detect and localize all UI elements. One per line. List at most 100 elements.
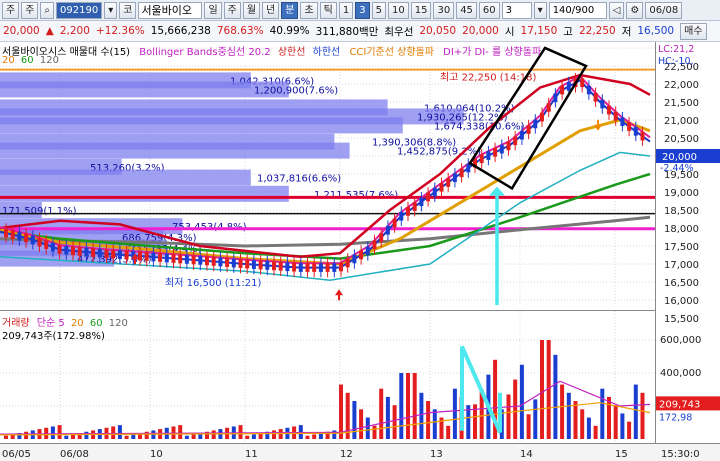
volume-bar bbox=[586, 417, 591, 439]
time-tick-label: 14 bbox=[520, 449, 533, 460]
interval-60[interactable]: 60 bbox=[478, 1, 500, 19]
volume-profile-label: 171,509(1.1%) bbox=[2, 206, 77, 217]
candle-body bbox=[640, 131, 645, 141]
volume-bar bbox=[519, 364, 524, 439]
candle-body bbox=[325, 263, 330, 272]
period-year[interactable]: 년 bbox=[262, 1, 280, 19]
candle-body bbox=[607, 105, 611, 115]
volume-ma120-label: 120 bbox=[108, 318, 128, 329]
legend-bb-upper: 상한선 bbox=[277, 47, 306, 58]
candle-body bbox=[4, 228, 8, 238]
interval-10[interactable]: 10 bbox=[387, 1, 409, 19]
interval-1[interactable]: 1 bbox=[338, 1, 354, 19]
candle-body bbox=[164, 253, 169, 263]
interval-45[interactable]: 45 bbox=[456, 1, 477, 19]
stock-name-field[interactable]: 서울바이오 bbox=[138, 1, 203, 19]
candle-body bbox=[111, 249, 116, 259]
candle-body bbox=[479, 154, 484, 164]
period-tick[interactable]: 틱 bbox=[319, 1, 337, 19]
candle-body bbox=[526, 125, 531, 134]
interval-15[interactable]: 15 bbox=[410, 1, 432, 19]
period-week[interactable]: 주 bbox=[223, 1, 241, 19]
price-tick-label: 16,000 bbox=[664, 296, 699, 307]
volume-profile-bar bbox=[0, 185, 289, 202]
volume-bar bbox=[64, 435, 69, 439]
volume-profile-label: 1,037,816(6.6%) bbox=[257, 174, 341, 185]
candle-body bbox=[379, 233, 384, 242]
volume-bar bbox=[318, 433, 323, 439]
volume-bar bbox=[4, 435, 8, 439]
volume-current-pct: 172,98 bbox=[659, 412, 692, 423]
volume-chart-panel[interactable]: 거래량 단순 5 20 60 120 209,743주(172.98%) bbox=[0, 310, 655, 444]
volume-bar bbox=[57, 425, 62, 439]
price-chart-panel[interactable]: 1,042,310(6.6%)1,200,900(7.6%)1,610,064(… bbox=[0, 42, 655, 322]
current-price: 20,000 bbox=[3, 25, 40, 37]
price-tick-label: 22,000 bbox=[664, 80, 699, 91]
settings-icon[interactable]: ⚙ bbox=[626, 1, 644, 19]
volume-bar bbox=[620, 413, 625, 439]
candle-body bbox=[258, 260, 263, 270]
menu-button[interactable]: 주 bbox=[2, 1, 20, 19]
candle-body bbox=[486, 151, 491, 160]
volume-bar bbox=[359, 409, 364, 439]
volume-bar bbox=[392, 405, 397, 439]
period-second[interactable]: 초 bbox=[300, 1, 318, 19]
candle-body bbox=[627, 122, 632, 131]
list-icon[interactable]: ▾ bbox=[104, 1, 118, 19]
main-toolbar: 주 주 ⌕ 092190 ▾ 코 서울바이오 일 주 월 년 분 초 틱 1 3… bbox=[0, 0, 720, 21]
buy-button[interactable]: 매수 bbox=[680, 22, 707, 40]
interval-30[interactable]: 30 bbox=[433, 1, 455, 19]
volume-profile-label: 1,674,338(10.6%) bbox=[434, 121, 525, 132]
volume-bar bbox=[399, 373, 404, 439]
volume-bar bbox=[332, 430, 337, 439]
candle-body bbox=[24, 233, 29, 243]
interval-select[interactable]: 3 bbox=[501, 1, 532, 19]
volume-bar bbox=[245, 435, 250, 439]
interval-5[interactable]: 5 bbox=[371, 1, 386, 19]
candle-body bbox=[620, 117, 625, 127]
candle-body bbox=[392, 218, 397, 228]
time-axis[interactable]: 06/05 06/08 10 11 12 13 14 15 15:30:0 bbox=[0, 443, 720, 461]
candle-body bbox=[419, 197, 424, 207]
interval-3[interactable]: 3 bbox=[355, 1, 370, 19]
candle-body bbox=[613, 111, 618, 121]
refresh-icon[interactable]: ◁ bbox=[608, 1, 625, 19]
volume-bar bbox=[573, 401, 578, 439]
high-label: 고 bbox=[563, 25, 573, 38]
volume-profile-bar bbox=[0, 117, 403, 134]
price-tick-label: 17,500 bbox=[664, 242, 699, 253]
legend-bb-lower: 하한선 bbox=[312, 47, 341, 58]
stock-code-dropdown[interactable]: 092190 bbox=[56, 1, 103, 19]
volume-profile-label: 1,200,900(7.6%) bbox=[254, 85, 338, 96]
candle-body bbox=[144, 252, 149, 261]
chevron-down-icon[interactable]: ▾ bbox=[533, 1, 547, 19]
candle-body bbox=[292, 262, 297, 272]
candle-body bbox=[10, 230, 15, 239]
candle-body bbox=[439, 183, 444, 192]
period-menu-button[interactable]: 주 bbox=[21, 1, 39, 19]
turnover: 40.99% bbox=[269, 25, 310, 37]
price-chart-svg: 1,042,310(6.6%)1,200,900(7.6%)1,610,064(… bbox=[0, 46, 655, 322]
volume-bar bbox=[432, 409, 437, 439]
market-mode-button[interactable]: 코 bbox=[119, 1, 137, 19]
volume-bar bbox=[385, 396, 390, 439]
time-tick-label: 06/05 bbox=[2, 449, 31, 460]
candle-body bbox=[211, 257, 216, 266]
search-icon[interactable]: ⌕ bbox=[40, 1, 55, 19]
volume-profile-bar bbox=[0, 81, 289, 98]
period-minute[interactable]: 분 bbox=[281, 1, 299, 19]
best-label: 최우선 bbox=[384, 25, 414, 38]
candle-body bbox=[339, 262, 343, 272]
date-field[interactable]: 06/08 bbox=[645, 1, 683, 19]
period-month[interactable]: 월 bbox=[242, 1, 261, 19]
price-axis[interactable]: 22,50022,00021,50021,00020,50020,00019,5… bbox=[655, 42, 720, 443]
period-day[interactable]: 일 bbox=[204, 1, 222, 19]
candle-body bbox=[312, 263, 317, 272]
data-count-field[interactable]: 140/900 bbox=[548, 1, 607, 19]
legend-di: DI+가 DI- 를 상향돌파 bbox=[443, 47, 542, 58]
sell-signal-arrow bbox=[594, 119, 602, 131]
volume-bar bbox=[540, 340, 544, 439]
volume-bar bbox=[526, 414, 531, 439]
legend-cci: CCI기준선 상향돌파 bbox=[349, 47, 434, 58]
candle-body bbox=[359, 250, 364, 260]
